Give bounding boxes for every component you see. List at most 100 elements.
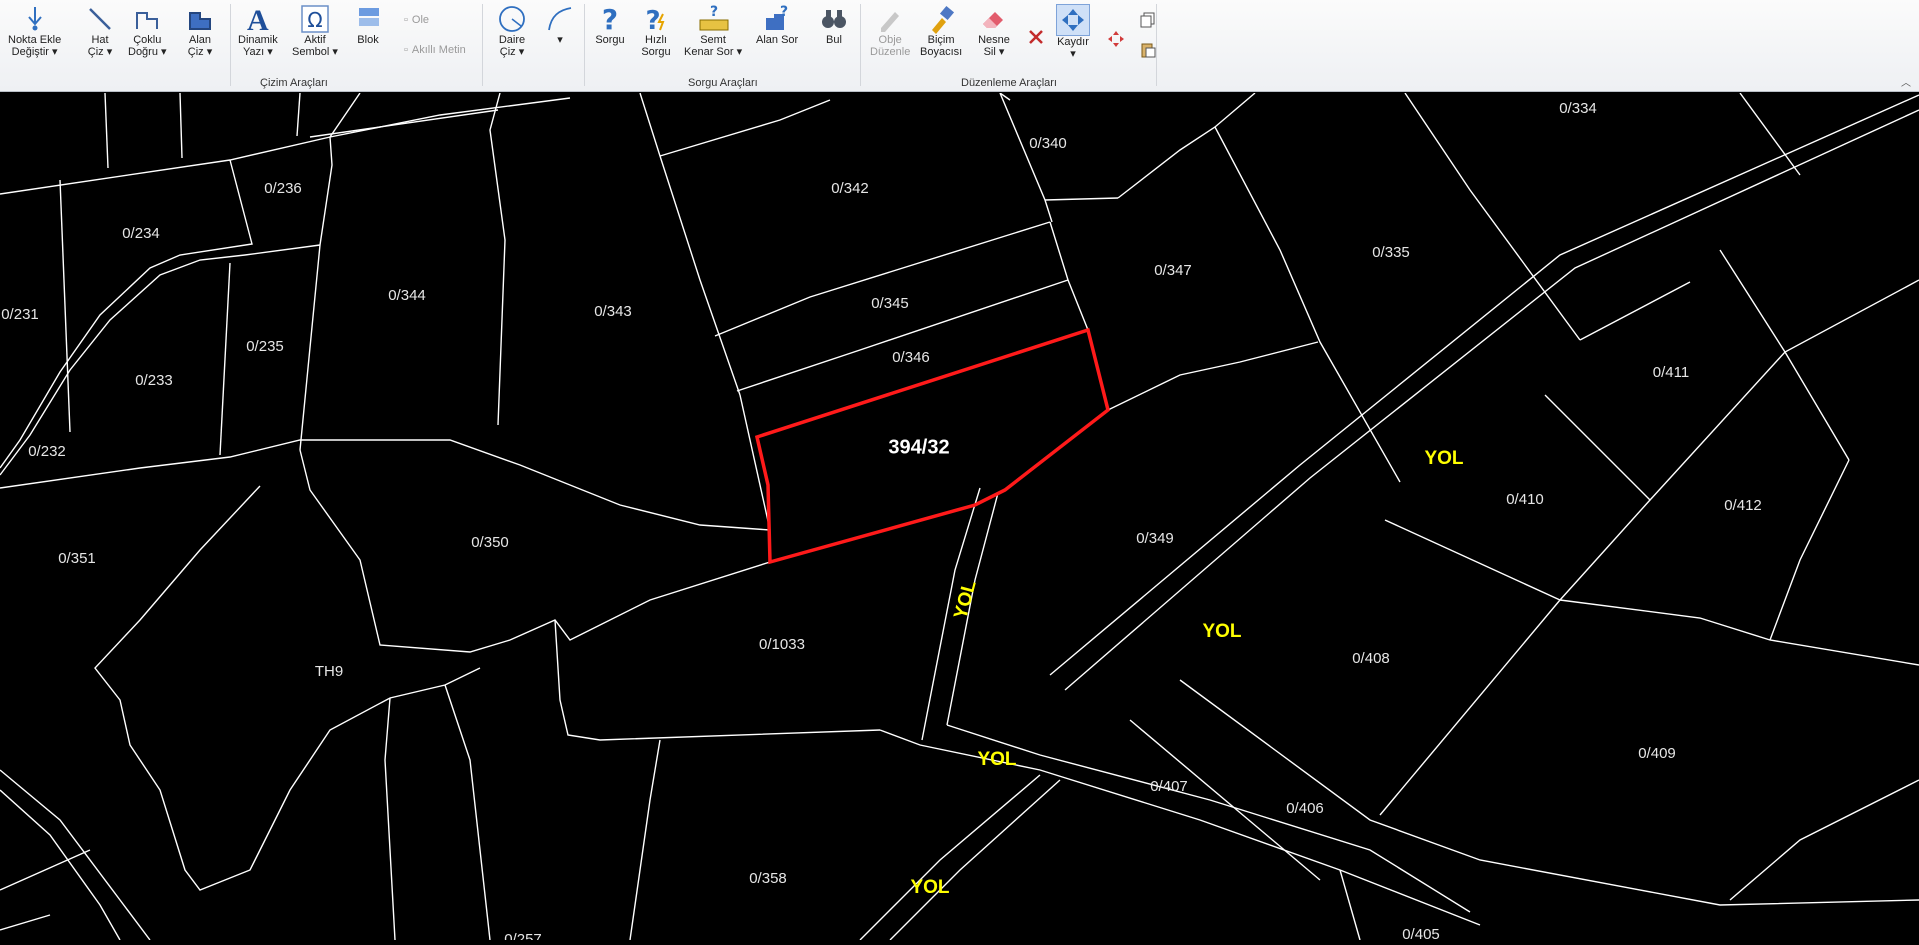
smart-text-icon: ▫	[404, 44, 408, 56]
parcel-label: 0/231	[1, 306, 39, 323]
tool-label: Bul	[826, 34, 842, 46]
selected-parcel-label: 394/32	[888, 436, 949, 458]
smart-text-tool-button[interactable]: ▫ Akıllı Metin	[404, 44, 466, 56]
edge-measure-tool-button[interactable]: ? Semt Kenar Sor ▾	[684, 4, 742, 58]
move-small-button[interactable]	[1100, 24, 1132, 54]
tool-label: Daire Çiz ▾	[498, 34, 526, 58]
group-label-drawing: Çizim Araçları	[260, 77, 328, 89]
parcel-label: 0/345	[871, 295, 909, 312]
eraser-icon	[978, 4, 1010, 34]
svg-text:?: ?	[645, 6, 660, 34]
block-tool-button[interactable]: Blok	[352, 4, 384, 46]
parcel-label: 0/232	[28, 443, 66, 460]
move-icon	[1056, 4, 1090, 36]
svg-text:Ω: Ω	[307, 8, 322, 32]
arc-draw-tool-button[interactable]: ▾	[544, 4, 576, 46]
parcel-boundaries	[0, 92, 1919, 941]
quick-query-tool-button[interactable]: ? Hızlı Sorgu	[640, 4, 672, 58]
paste-icon	[1132, 40, 1164, 60]
road-label: YOL	[977, 749, 1016, 770]
parcel-label: 0/343	[594, 303, 632, 320]
object-edit-tool-button[interactable]: Obje Düzenle	[870, 4, 910, 58]
query-tool-button[interactable]: ? Sorgu	[594, 4, 626, 46]
parcel-label: 0/234	[122, 225, 160, 242]
ribbon-toolbar: Nokta Ekle Değiştir ▾ Hat Çiz ▾ Çoklu Do…	[0, 0, 1919, 92]
parcel-label: TH9	[315, 663, 343, 680]
parcel-map: 0/334 0/340 0/342 0/236 0/234 0/347 0/33…	[0, 92, 1919, 945]
svg-text:A: A	[247, 4, 269, 34]
tool-label: Çoklu Doğru ▾	[128, 34, 167, 58]
polyline-icon	[131, 4, 163, 34]
parcel-label: 0/411	[1653, 364, 1689, 381]
parcel-label: 0/235	[246, 338, 284, 355]
parcel-label: 0/405	[1402, 926, 1440, 940]
tool-label: Nesne Sil ▾	[978, 34, 1010, 58]
tool-label: Aktif Sembol ▾	[292, 34, 338, 58]
road-label: YOL	[910, 877, 949, 898]
parcel-label: 0/408	[1352, 650, 1390, 667]
tool-label: Alan Sor	[756, 34, 799, 46]
move-tool-button[interactable]: Kaydır ▾	[1056, 4, 1090, 60]
paste-button[interactable]	[1132, 40, 1164, 60]
edge-measure-icon: ?	[697, 4, 729, 34]
block-icon	[352, 4, 384, 34]
parcel-label: 0/406	[1286, 800, 1324, 817]
polyline-tool-button[interactable]: Çoklu Doğru ▾	[128, 4, 167, 58]
collapse-ribbon-icon[interactable]: ︿	[1901, 74, 1911, 89]
separator	[584, 4, 585, 86]
parcel-label: 0/335	[1372, 244, 1410, 261]
separator	[1156, 4, 1157, 86]
parcel-label: 0/1033	[759, 636, 805, 653]
dynamic-text-icon: A	[242, 4, 274, 34]
ole-tool-button[interactable]: ▫ Ole	[404, 14, 429, 26]
road-label: YOL	[1424, 448, 1463, 469]
tool-label: Hat Çiz ▾	[87, 34, 113, 58]
arc-draw-icon	[544, 4, 576, 34]
binoculars-icon	[818, 4, 850, 34]
tool-label: Semt Kenar Sor ▾	[684, 34, 743, 58]
smart-text-label: Akıllı Metin	[411, 44, 466, 56]
point-edit-icon	[19, 4, 51, 34]
parcel-label: 0/407	[1150, 778, 1188, 795]
delete-button[interactable]	[1020, 22, 1052, 52]
dynamic-text-tool-button[interactable]: A Dinamik Yazı ▾	[238, 4, 278, 58]
ole-label: Ole	[411, 14, 430, 26]
tool-label: Kaydır ▾	[1057, 36, 1089, 60]
line-draw-tool-button[interactable]: Hat Çiz ▾	[84, 4, 116, 58]
line-draw-icon	[84, 4, 116, 34]
object-edit-icon	[874, 4, 906, 34]
map-canvas[interactable]: 0/334 0/340 0/342 0/236 0/234 0/347 0/33…	[0, 92, 1919, 945]
symbol-icon: Ω	[299, 4, 331, 34]
area-query-tool-button[interactable]: ? Alan Sor	[756, 4, 798, 46]
tool-label: Alan Çiz ▾	[187, 34, 213, 58]
separator	[230, 4, 231, 86]
parcel-label: 0/351	[58, 550, 96, 567]
area-draw-tool-button[interactable]: Alan Çiz ▾	[184, 4, 216, 58]
parcel-label: 0/334	[1559, 100, 1597, 117]
svg-text:?: ?	[780, 4, 788, 20]
area-query-icon: ?	[761, 4, 793, 34]
group-label-query: Sorgu Araçları	[688, 77, 758, 89]
format-painter-tool-button[interactable]: Biçim Boyacısı	[920, 4, 962, 58]
find-tool-button[interactable]: Bul	[818, 4, 850, 46]
query-icon: ?	[594, 4, 626, 34]
tool-label: Obje Düzenle	[870, 34, 911, 58]
parcel-label: 0/410	[1506, 491, 1544, 508]
parcel-label: 0/340	[1029, 135, 1067, 152]
tool-label: Dinamik Yazı ▾	[238, 34, 278, 58]
parcel-label: 0/236	[264, 180, 302, 197]
point-edit-tool-button[interactable]: Nokta Ekle Değiştir ▾	[8, 4, 61, 58]
copy-button[interactable]	[1132, 10, 1164, 30]
quick-query-icon: ?	[640, 4, 672, 34]
symbol-tool-button[interactable]: Ω Aktif Sembol ▾	[292, 4, 338, 58]
tool-label: Blok	[357, 34, 379, 46]
close-icon	[1020, 22, 1052, 52]
separator	[860, 4, 861, 86]
delete-object-tool-button[interactable]: Nesne Sil ▾	[978, 4, 1010, 58]
parcel-label: 0/346	[892, 349, 930, 366]
tool-label: Sorgu	[595, 34, 625, 46]
tool-label: ▾	[557, 34, 563, 46]
circle-draw-icon	[496, 4, 528, 34]
circle-draw-tool-button[interactable]: Daire Çiz ▾	[496, 4, 528, 58]
area-draw-icon	[184, 4, 216, 34]
